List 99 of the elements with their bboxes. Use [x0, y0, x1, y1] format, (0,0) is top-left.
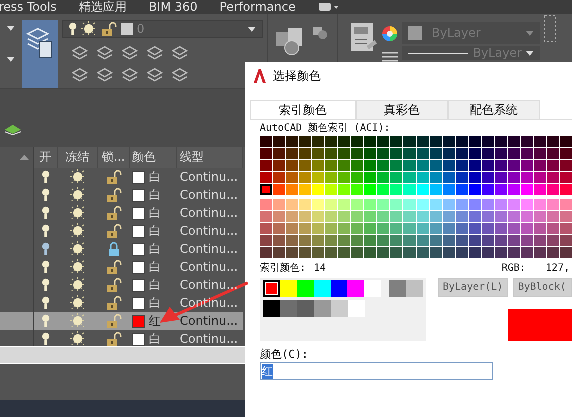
dropdown-caret-icon [248, 26, 256, 32]
table-header[interactable] [0, 147, 34, 168]
group-icon[interactable] [544, 14, 556, 44]
list-properties-icon[interactable] [350, 22, 378, 54]
color-swatch[interactable] [314, 300, 331, 317]
color-swatch[interactable] [348, 300, 365, 317]
linetype-cell-text: Continu... [179, 277, 240, 294]
table-row[interactable]: 红 Continu... [0, 312, 243, 330]
color-name: 白 [149, 294, 161, 312]
layer-tool-icon[interactable] [147, 68, 163, 82]
dropdown-caret-icon[interactable] [7, 26, 15, 31]
color-swatch[interactable] [406, 280, 424, 297]
layer-tool-icon[interactable] [97, 46, 113, 60]
color-square-icon [408, 26, 422, 40]
light-bulb-icon [69, 22, 77, 36]
color-name: 白 [149, 240, 161, 258]
sort-arrow-icon [20, 155, 29, 160]
dropdown-caret-icon[interactable] [7, 57, 15, 62]
layer-tool-icon[interactable] [172, 68, 188, 82]
dialog-title: 选择颜色 [273, 68, 321, 84]
color-swatch[interactable] [280, 280, 297, 297]
byblock-button[interactable]: ByBlock( [513, 278, 572, 297]
linetype-cell-text: Continu... [179, 241, 240, 258]
color-preview [508, 309, 572, 341]
color-name: 白 [149, 330, 161, 348]
color-swatch[interactable] [331, 300, 348, 317]
color-palette[interactable] [260, 199, 572, 258]
color-swatch[interactable] [132, 314, 145, 328]
dropdown-caret-icon [526, 50, 534, 56]
linetype-cell-text: Continu... [179, 187, 240, 204]
color-name: 红 [149, 312, 161, 330]
color-swatch[interactable] [263, 300, 280, 317]
line-sample-icon [408, 52, 468, 54]
color-swatch[interactable] [132, 188, 145, 202]
screen-toggle-icon[interactable] [318, 2, 340, 12]
color-swatch[interactable] [330, 280, 348, 297]
linetype-cell-text: Continu... [179, 331, 240, 348]
layer-tool-icon[interactable] [147, 46, 163, 60]
color-name: 白 [149, 258, 161, 276]
color-name: 白 [149, 276, 161, 294]
layer-properties-button[interactable] [22, 20, 58, 88]
horizontal-scrollbar[interactable] [0, 346, 245, 364]
color-name: 白 [149, 204, 161, 222]
ribbon-tab[interactable]: Performance [220, 0, 318, 14]
color-name: 白 [149, 222, 161, 240]
color-swatch[interactable] [364, 280, 382, 297]
layer-tool-icon[interactable] [122, 68, 138, 82]
dialog-tab[interactable]: 真彩色 [356, 100, 448, 119]
color-field-label: 颜色(C): [260, 347, 310, 362]
color-swatch[interactable] [132, 170, 145, 184]
color-swatch[interactable] [347, 280, 364, 297]
ribbon-tab[interactable]: BIM 360 [148, 0, 220, 14]
color-swatch[interactable] [132, 332, 145, 346]
linetype-cell-text: Continu... [179, 223, 240, 240]
color-swatch[interactable] [132, 224, 145, 238]
color-swatch[interactable] [132, 242, 145, 256]
color-swatch[interactable] [132, 260, 145, 274]
color-swatch[interactable] [132, 296, 145, 310]
linetype-cell-text: Continu... [179, 205, 240, 222]
linetype-cell-text: Continu... [179, 313, 240, 330]
color-swatch[interactable] [297, 300, 314, 317]
color-swatch[interactable] [296, 280, 314, 297]
color-name: 白 [149, 186, 161, 204]
color-swatch[interactable] [132, 278, 145, 292]
color-wheel-icon[interactable] [382, 26, 398, 42]
lineweight-icon[interactable] [382, 52, 398, 64]
ribbon-tab[interactable]: ress Tools [0, 0, 79, 14]
layer-tool-icon[interactable] [97, 68, 113, 82]
open-padlock-icon [101, 22, 117, 36]
rgb-value: 127, [546, 262, 570, 274]
color-swatch[interactable] [280, 300, 297, 317]
linetype-cell-text: Continu... [179, 259, 240, 276]
rgb-label: RGB: [502, 262, 526, 274]
app-logo-icon [253, 69, 267, 83]
color-palette[interactable] [260, 136, 572, 195]
color-swatch[interactable] [389, 280, 406, 297]
color-swatch[interactable] [263, 280, 280, 297]
index-value: 14 [314, 262, 326, 274]
bylayer-button[interactable]: ByLayer(L) [438, 278, 508, 297]
layer-tool-icon[interactable] [122, 46, 138, 60]
color-square-icon [121, 23, 133, 35]
color-name: 白 [149, 168, 161, 186]
ribbon-tab[interactable]: 精选应用 [78, 0, 149, 14]
layer-name: 0 [137, 22, 145, 36]
sun-icon [81, 21, 97, 37]
index-label: 索引颜色: [260, 262, 306, 275]
layer-tool-icon[interactable] [72, 46, 88, 60]
block-icon[interactable] [312, 26, 328, 40]
dropdown-caret-icon [526, 30, 534, 36]
palette-label: AutoCAD 颜色索引 (ACI): [260, 122, 392, 136]
new-layer-icon[interactable] [4, 123, 22, 135]
color-input-field[interactable]: 红 [260, 362, 493, 380]
linetype-cell-text: Continu... [179, 169, 240, 186]
dialog-tab[interactable]: 配色系统 [448, 100, 540, 119]
layer-tool-icon[interactable] [72, 68, 88, 82]
layer-tool-icon[interactable] [172, 46, 188, 60]
dialog-tab[interactable]: 索引颜色 [250, 100, 356, 119]
color-swatch[interactable] [132, 206, 145, 220]
color-swatch[interactable] [314, 280, 331, 297]
